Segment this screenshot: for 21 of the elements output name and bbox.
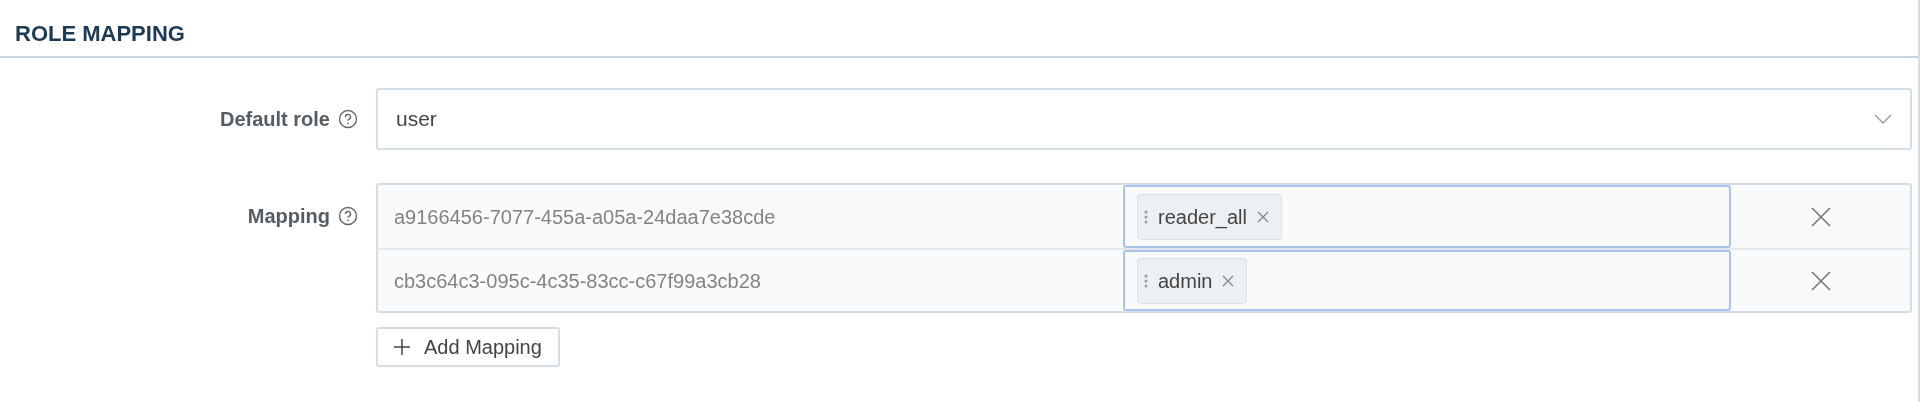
help-icon[interactable] xyxy=(338,205,358,226)
remove-icon[interactable] xyxy=(1222,274,1235,287)
chevron-down-icon xyxy=(1874,114,1892,124)
plus-icon xyxy=(394,339,410,355)
help-icon[interactable] xyxy=(338,109,358,129)
add-mapping-button[interactable]: Add Mapping xyxy=(376,327,560,367)
mapping-key-field[interactable]: a9166456-7077-455a-a05a-24daa7e38cde xyxy=(394,201,776,232)
roles-input-field[interactable]: admin xyxy=(1123,250,1731,311)
role-select[interactable]: user xyxy=(376,88,1912,150)
drag-handle-icon[interactable] xyxy=(1144,208,1148,225)
drag-handle-icon[interactable] xyxy=(1144,272,1148,289)
role-tag-label: reader_all xyxy=(1158,204,1247,231)
close-icon[interactable] xyxy=(1810,206,1831,227)
section-title: ROLE MAPPING xyxy=(15,20,185,48)
field-label: Mapping xyxy=(247,203,330,229)
close-icon[interactable] xyxy=(1810,270,1831,291)
field-label: Default role xyxy=(219,107,330,132)
mapping-key-field[interactable]: cb3c64c3-095c-4c35-83cc-c67f99a3cb28 xyxy=(394,265,761,296)
role-tag-label: admin xyxy=(1158,268,1213,294)
remove-icon[interactable] xyxy=(1256,210,1269,223)
roles-input-field[interactable]: reader_all xyxy=(1123,185,1731,248)
